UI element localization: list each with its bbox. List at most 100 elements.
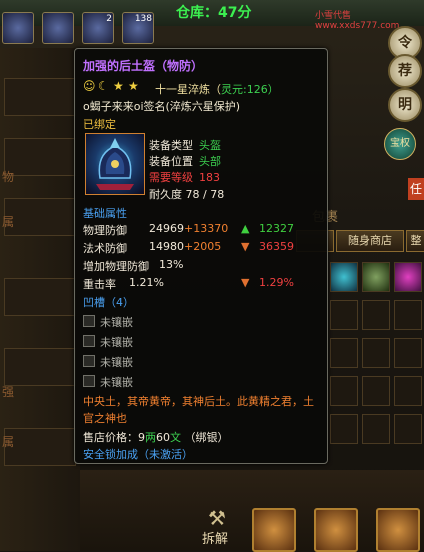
bag-cell[interactable] [394, 300, 422, 330]
bag-cell[interactable] [330, 262, 358, 292]
bag-cell[interactable] [394, 414, 422, 444]
bag-cell[interactable] [362, 414, 390, 444]
sort-button[interactable]: 整 [406, 230, 424, 252]
stat-bonus: +2005 [184, 240, 222, 253]
refine-value: 灵元:126 [221, 83, 268, 96]
stat-name: 重击率 [83, 278, 116, 291]
safety-lock-status: 安全锁加成（未激活） [83, 448, 193, 461]
stat-bonus: +13370 [184, 222, 229, 235]
bag-cell[interactable] [362, 338, 390, 368]
req-level-row: 需要等级 183 [149, 169, 220, 185]
bag-cell[interactable] [394, 262, 422, 292]
socket-text: 未镶嵌 [100, 356, 133, 369]
chest-icon[interactable] [252, 508, 296, 552]
stat-base: 14980 [149, 240, 184, 253]
bag-cell[interactable] [330, 338, 358, 368]
skill-slot-2[interactable] [42, 12, 74, 44]
left-label: 属 [2, 215, 15, 229]
stat-diff: 12327 [259, 222, 294, 235]
dismantle-button[interactable]: 拆解 [202, 528, 228, 547]
arrow-down-icon: ▼ [241, 276, 250, 289]
signature: o蝎子来来oi签名(淬炼六星保护) [83, 100, 241, 113]
stat-row: 重击率 1.21% ▼ 1.29% [83, 276, 319, 291]
price-wen: 60 [156, 431, 170, 444]
item-lore: 中央土，其帝黄帝，其神后土。此黄精之君，土官之神也 [83, 395, 314, 425]
bag-cell[interactable] [330, 300, 358, 330]
moon-icon: ☾ [98, 79, 109, 93]
price-bound: （绑银） [184, 431, 229, 444]
equip-pos-value: 头部 [199, 155, 221, 168]
arrow-up-icon: ▲ [241, 222, 250, 235]
bag-cell[interactable] [362, 300, 390, 330]
left-slot[interactable] [4, 278, 76, 316]
star-icon: ★ [113, 79, 124, 93]
socket-box [83, 315, 95, 327]
treasure-seal-button[interactable]: 宝权 [384, 128, 416, 160]
arrow-down-icon: ▼ [241, 240, 250, 253]
bound-status: 已绑定 [83, 118, 116, 131]
durability-value: 78 / 78 [185, 188, 225, 201]
socket-row: 未镶嵌 [83, 334, 133, 349]
socket-label: 凹槽（4） [83, 296, 134, 309]
wealth-display: 仓库：47分 [176, 5, 252, 21]
socket-box [83, 355, 95, 367]
socket-row: 未镶嵌 [83, 354, 133, 369]
sun-icon: ☺ [83, 79, 96, 93]
helmet-icon [85, 133, 145, 195]
menu-button-2[interactable]: 荐 [388, 54, 422, 88]
socket-text: 未镶嵌 [100, 376, 133, 389]
bag-cell[interactable] [362, 376, 390, 406]
left-slot[interactable] [4, 78, 76, 116]
socket-text: 未镶嵌 [100, 316, 133, 329]
chest-icon[interactable] [376, 508, 420, 552]
left-label: 强 [2, 385, 15, 399]
skill-count: 138 [134, 14, 152, 24]
refine-close: ） [267, 83, 279, 96]
chest-icon[interactable] [314, 508, 358, 552]
left-slot[interactable] [4, 138, 76, 176]
stat-diff: 36359 [259, 240, 294, 253]
refine-label: 十一星淬炼（ [155, 83, 221, 96]
req-level-value: 183 [199, 171, 220, 184]
left-slot[interactable] [4, 198, 76, 236]
menu-button-3[interactable]: 明 [388, 88, 422, 122]
socket-row: 未镶嵌 [83, 374, 133, 389]
stat-diff: 1.29% [259, 276, 294, 289]
star-icon: ★ [128, 79, 139, 93]
skill-slot-1[interactable] [2, 12, 34, 44]
task-button[interactable]: 任 [408, 178, 424, 200]
bag-cell[interactable] [330, 414, 358, 444]
equip-type-label: 装备类型 [149, 139, 193, 152]
bag-cell[interactable] [362, 262, 390, 292]
star-icons: ☺ ☾ ★ ★ [83, 80, 143, 94]
sell-price: 售店价格：9两60文 （绑银） [83, 429, 229, 445]
bag-cell[interactable] [394, 376, 422, 406]
stat-base: 1.21% [129, 276, 164, 289]
stat-name: 法术防御 [83, 242, 127, 255]
left-label: 物 [2, 170, 15, 184]
price-unit-liang: 两 [145, 431, 156, 444]
skill-count: 2 [106, 14, 112, 24]
equip-pos-label: 装备位置 [149, 155, 193, 168]
socket-box [83, 375, 95, 387]
stat-base: 13% [159, 258, 184, 271]
durability-row: 耐久度 78 / 78 [149, 186, 224, 202]
left-panel: 物 属 强 属 [0, 48, 80, 551]
stat-base: 24969 [149, 222, 184, 235]
base-attr-label: 基础属性 [83, 207, 127, 220]
item-tooltip: 加强的后土盔（物防） ☺ ☾ ★ ★ 十一星淬炼（灵元:126） o蝎子来来oi签名(… [74, 48, 328, 464]
portable-shop-button[interactable]: 随身商店 [336, 230, 404, 252]
left-slot[interactable] [4, 428, 76, 466]
equip-type-value: 头盔 [199, 139, 221, 152]
socket-text: 未镶嵌 [100, 336, 133, 349]
skill-slot-3[interactable]: 2 [82, 12, 114, 44]
equip-pos-row: 装备位置 头部 [149, 153, 221, 169]
stat-name: 增加物理防御 [83, 260, 149, 273]
bag-cell[interactable] [394, 338, 422, 368]
left-label: 属 [2, 435, 15, 449]
skill-slot-4[interactable]: 138 [122, 12, 154, 44]
price-label: 售店价格： [83, 431, 138, 444]
bag-cell[interactable] [330, 376, 358, 406]
price-liang: 9 [138, 431, 145, 444]
left-slot[interactable] [4, 348, 76, 386]
